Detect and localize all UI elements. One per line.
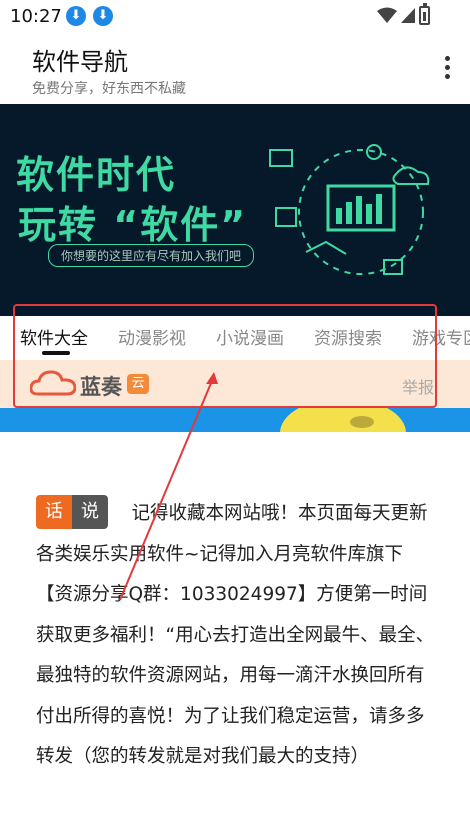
annotation-highlight-box: [13, 304, 437, 408]
banner-caption: 你想要的这里应有尽有加入我们吧: [48, 244, 255, 267]
page-subtitle: 免费分享，好东西不私藏: [32, 81, 186, 97]
download-icon: ⬇: [66, 6, 86, 26]
notice-tag-hua: 话: [36, 495, 72, 529]
banner-line1: 软件时代: [16, 153, 177, 197]
tech-circuit-illustration: [269, 144, 430, 275]
cropped-image-strip: [0, 408, 470, 432]
signal-icon: [401, 8, 415, 23]
app-bar: 软件导航 免费分享，好东西不私藏: [0, 32, 470, 104]
notice-tag-shuo: 说: [72, 495, 108, 529]
notice-text: 记得收藏本网站哦！本页面每天更新各类娱乐实用软件~记得加入月亮软件库旗下【资源分…: [36, 503, 435, 767]
status-bar: 10:27 ⬇ ⬇: [0, 0, 470, 32]
wifi-icon: [377, 7, 397, 23]
page-title: 软件导航: [32, 48, 128, 76]
status-time: 10:27: [10, 6, 62, 27]
notice-paragraph: 话说 记得收藏本网站哦！本页面每天更新各类娱乐实用软件~记得加入月亮软件库旗下【…: [36, 494, 436, 778]
download-icon: ⬇: [93, 6, 113, 26]
battery-icon: [419, 3, 430, 25]
banner-line2: 玩转 “软件”: [18, 203, 248, 247]
promo-banner[interactable]: 软件时代 玩转 “软件” 你想要的这里应有尽有加入我们吧: [0, 104, 470, 316]
more-vert-icon[interactable]: [442, 56, 452, 82]
